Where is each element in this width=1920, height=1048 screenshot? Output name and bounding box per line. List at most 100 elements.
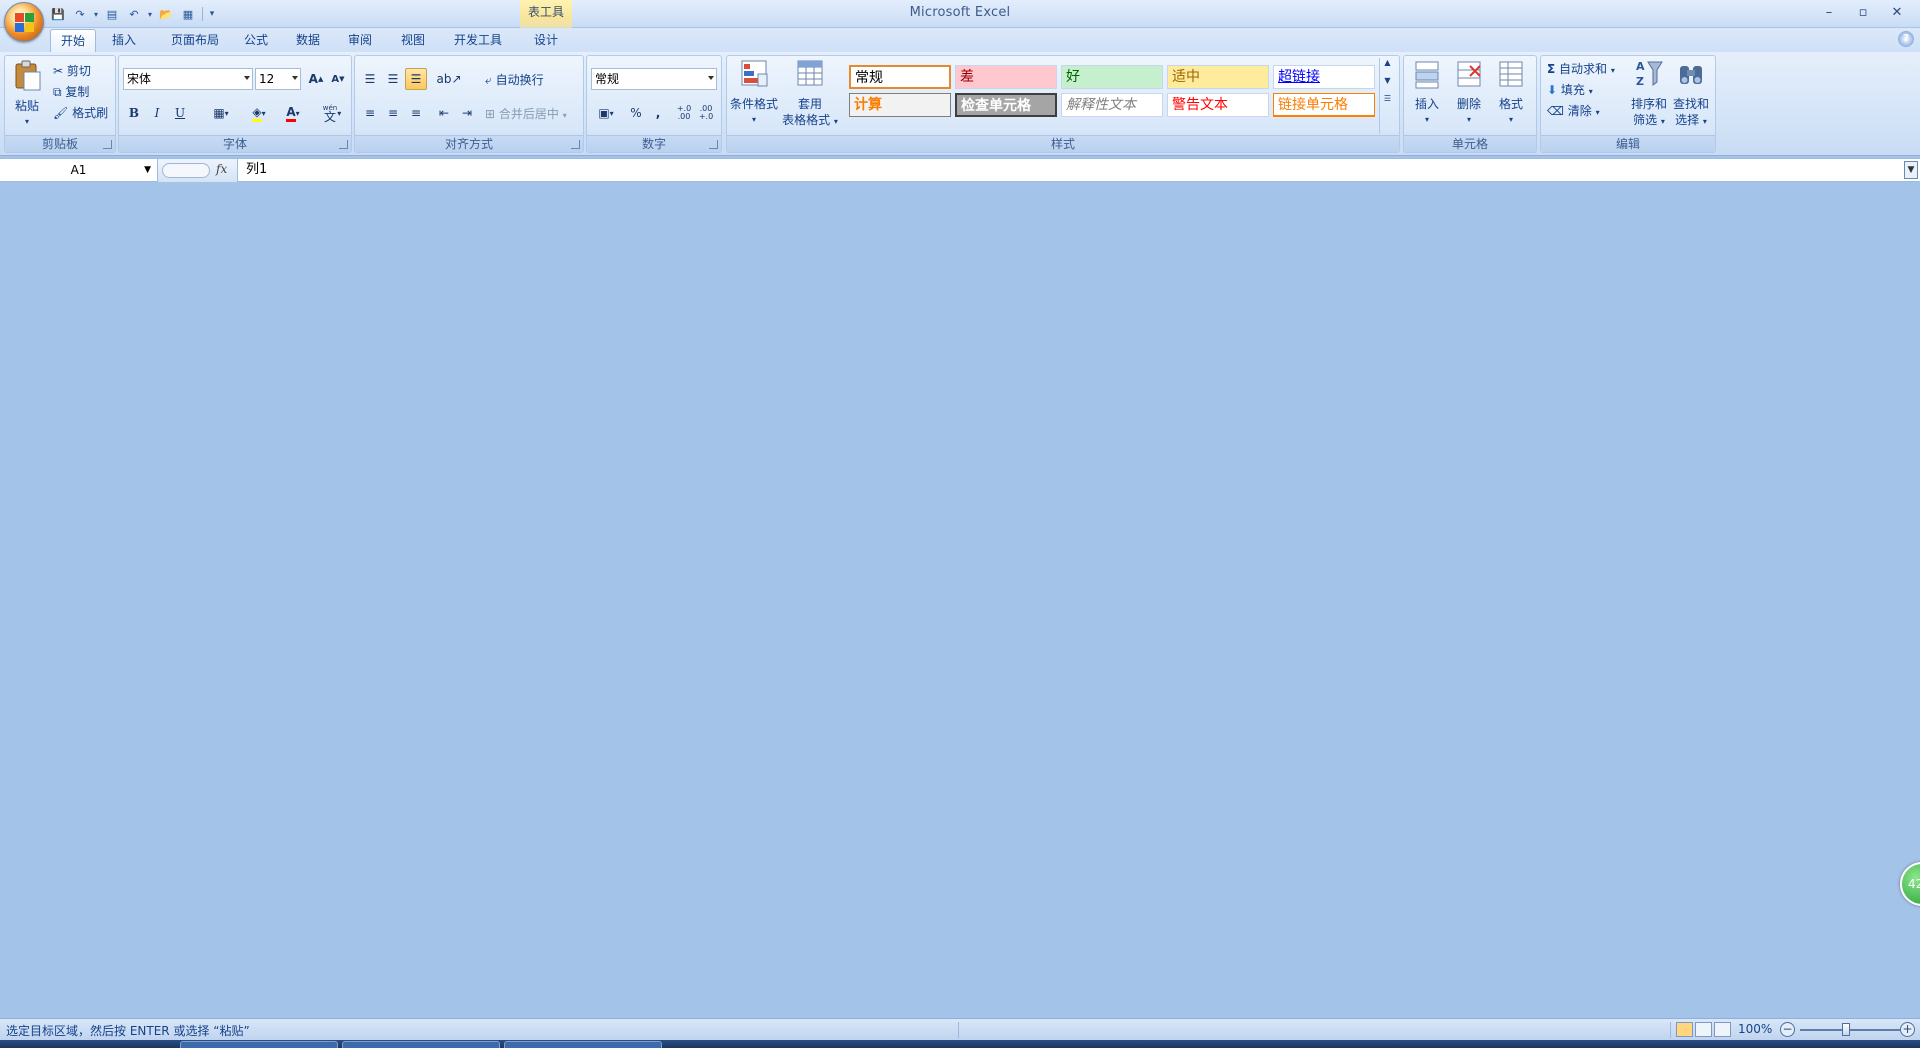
taskbar-item[interactable] — [342, 1041, 500, 1048]
format-cells-button[interactable]: 格式 ▾ — [1492, 58, 1530, 128]
cell-style-5[interactable]: 计算 — [849, 93, 951, 117]
formula-input[interactable]: 列1 — [246, 159, 267, 181]
taskbar-item[interactable] — [504, 1041, 662, 1048]
increase-decimal-button[interactable]: +.0 .00 — [673, 102, 695, 124]
tab-page-layout[interactable]: 页面布局 — [160, 29, 230, 52]
alignment-launcher-icon[interactable] — [571, 140, 580, 149]
tab-insert[interactable]: 插入 — [104, 29, 144, 52]
font-name-select[interactable]: 宋体 — [123, 68, 253, 90]
formula-cancel-confirm[interactable] — [162, 163, 210, 178]
gallery-more-icon[interactable]: ☰ — [1380, 94, 1395, 112]
number-launcher-icon[interactable] — [709, 140, 718, 149]
align-bottom-button[interactable]: ☰ — [405, 68, 427, 90]
phonetic-button[interactable]: wén 文 ▾ — [315, 102, 349, 124]
page-layout-view-icon[interactable] — [1695, 1022, 1712, 1037]
office-button[interactable] — [4, 2, 44, 42]
tab-data[interactable]: 数据 — [288, 29, 328, 52]
context-tab-title: 表工具 — [527, 5, 564, 19]
fill-button[interactable]: ⬇ 填充 ▾ — [1547, 81, 1593, 98]
tab-design[interactable]: 设计 — [524, 29, 568, 52]
insert-cells-button[interactable]: 插入 ▾ — [1408, 58, 1446, 128]
merge-center-label: 合并后居中 — [498, 107, 559, 121]
chevron-down-icon: ▾ — [295, 108, 300, 118]
tab-view[interactable]: 视图 — [393, 29, 433, 52]
format-painter-button[interactable]: 🖌 格式刷 — [53, 104, 108, 121]
cell-style-0[interactable]: 常规 — [849, 65, 951, 89]
font-launcher-icon[interactable] — [339, 140, 348, 149]
chevron-down-icon — [244, 76, 250, 80]
decrease-indent-button[interactable]: ⇤ — [433, 102, 455, 124]
shrink-font-button[interactable]: A ▼ — [327, 68, 349, 90]
autosum-button[interactable]: Σ 自动求和 ▾ — [1547, 60, 1615, 77]
borders-button[interactable]: ▦ ▾ — [205, 102, 237, 124]
accounting-format-button[interactable]: ▣ ▾ — [591, 102, 621, 124]
percent-button[interactable]: % — [625, 102, 647, 124]
cell-style-7[interactable]: 解释性文本 — [1061, 93, 1163, 117]
minimize-button[interactable]: – — [1812, 2, 1846, 22]
chevron-down-icon[interactable]: ▼ — [144, 159, 151, 181]
normal-view-icon[interactable] — [1676, 1022, 1693, 1037]
zoom-slider-thumb[interactable] — [1842, 1023, 1850, 1036]
restore-button[interactable]: ▫ — [1846, 2, 1880, 22]
page-break-view-icon[interactable] — [1714, 1022, 1731, 1037]
clear-button[interactable]: ⌫ 清除 ▾ — [1547, 102, 1600, 119]
cell-style-9[interactable]: 链接单元格 — [1273, 93, 1375, 117]
insert-function-icon[interactable]: fx — [216, 162, 227, 176]
svg-text:A: A — [1636, 60, 1645, 73]
zoom-out-icon[interactable]: − — [1780, 1022, 1795, 1037]
font-color-button[interactable]: A ▾ — [277, 102, 309, 124]
paste-button[interactable]: 粘贴 ▾ — [9, 60, 45, 130]
grow-font-button[interactable]: A ▲ — [305, 68, 327, 90]
paste-dropdown-icon[interactable]: ▾ — [9, 114, 45, 130]
name-box[interactable]: A1 ▼ — [0, 159, 158, 182]
cell-style-1[interactable]: 差 — [955, 65, 1057, 89]
gallery-down-icon[interactable]: ▼ — [1380, 76, 1395, 94]
align-right-button[interactable]: ≡ — [405, 102, 427, 124]
tab-review[interactable]: 审阅 — [340, 29, 380, 52]
brush-icon: 🖌 — [53, 106, 69, 120]
comma-button[interactable]: , — [647, 102, 669, 124]
tab-home[interactable]: 开始 — [50, 29, 96, 52]
cut-button[interactable]: ✂ 剪切 — [53, 62, 91, 79]
bold-button[interactable]: B — [123, 102, 145, 124]
find-select-button[interactable]: 查找和 选择 ▾ — [1671, 58, 1711, 130]
font-size-select[interactable]: 12 — [255, 68, 301, 90]
copy-button[interactable]: ⧉ 复制 — [53, 83, 89, 100]
align-middle-button[interactable]: ☰ — [382, 68, 404, 90]
align-center-button[interactable]: ≡ — [382, 102, 404, 124]
cell-style-4[interactable]: 超链接 — [1273, 65, 1375, 89]
conditional-format-button[interactable]: 条件格式 ▾ — [729, 58, 779, 128]
increase-indent-button[interactable]: ⇥ — [456, 102, 478, 124]
paint-bucket-icon: ◈ — [252, 105, 262, 122]
clipboard-launcher-icon[interactable] — [103, 140, 112, 149]
underline-button[interactable]: U — [169, 102, 191, 124]
zoom-level[interactable]: 100% — [1738, 1022, 1772, 1036]
wrap-text-button[interactable]: ⤶ 自动换行 — [485, 71, 544, 88]
zoom-in-icon[interactable]: + — [1900, 1022, 1915, 1037]
decrease-decimal-button[interactable]: .00 +.0 — [695, 102, 717, 124]
expand-formula-bar-icon[interactable]: ▼ — [1904, 161, 1918, 179]
format-as-table-button[interactable]: 套用 表格格式 ▾ — [781, 58, 839, 130]
cell-style-3[interactable]: 适中 — [1167, 65, 1269, 89]
merge-center-button[interactable]: ⊞ 合并后居中 ▾ — [485, 105, 567, 122]
tab-formulas[interactable]: 公式 — [236, 29, 276, 52]
zoom-slider-track[interactable] — [1800, 1029, 1900, 1031]
close-button[interactable]: ✕ — [1880, 2, 1914, 22]
sort-filter-button[interactable]: AZ 排序和 筛选 ▾ — [1629, 58, 1669, 130]
cell-style-2[interactable]: 好 — [1061, 65, 1163, 89]
orientation-button[interactable]: ab↗ — [433, 68, 465, 90]
gallery-scroll: ▲ ▼ ☰ — [1379, 58, 1395, 134]
align-top-button[interactable]: ☰ — [359, 68, 381, 90]
fill-color-button[interactable]: ◈ ▾ — [243, 102, 275, 124]
align-left-button[interactable]: ≡ — [359, 102, 381, 124]
taskbar-item[interactable] — [180, 1041, 338, 1048]
help-icon[interactable]: ? — [1898, 31, 1914, 47]
font-name-value: 宋体 — [127, 72, 152, 86]
italic-button[interactable]: I — [146, 102, 168, 124]
tab-developer[interactable]: 开发工具 — [446, 29, 510, 52]
gallery-up-icon[interactable]: ▲ — [1380, 58, 1395, 76]
number-format-select[interactable]: 常规 — [591, 68, 717, 90]
delete-cells-button[interactable]: 删除 ▾ — [1450, 58, 1488, 128]
cell-style-6[interactable]: 检查单元格 — [955, 93, 1057, 117]
cell-style-8[interactable]: 警告文本 — [1167, 93, 1269, 117]
